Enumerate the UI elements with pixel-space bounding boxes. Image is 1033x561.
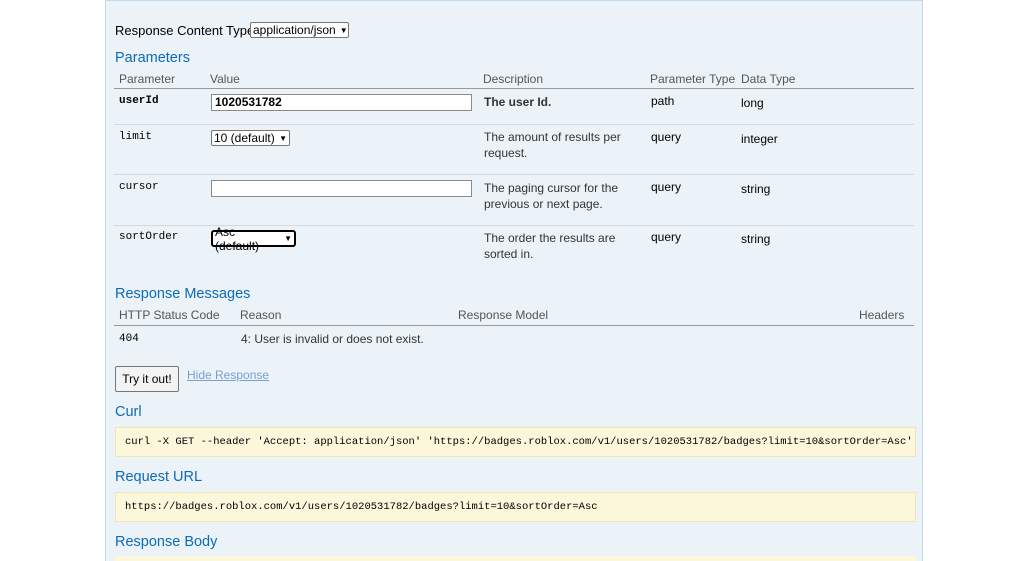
col-parameter-type: Parameter Type (650, 72, 736, 86)
response-body-heading: Response Body (115, 534, 218, 550)
request-url-box: https://badges.roblox.com/v1/users/10205… (115, 492, 916, 522)
response-messages-heading: Response Messages (115, 286, 251, 302)
param-desc-userid: The user Id. (484, 95, 552, 109)
cursor-input[interactable] (211, 180, 472, 197)
status-reason: 4: User is invalid or does not exist. (241, 332, 424, 346)
userid-input[interactable]: 1020531782 (211, 94, 472, 111)
panel-top-border (106, 0, 922, 1)
row-divider (114, 174, 914, 175)
param-type-cursor: query (651, 180, 682, 194)
hide-response-link[interactable]: Hide Response (187, 368, 269, 382)
col-headers: Headers (859, 308, 905, 322)
request-url-heading: Request URL (115, 469, 203, 485)
curl-command: curl -X GET --header 'Accept: applicatio… (125, 436, 913, 448)
param-name-userid: userId (119, 95, 159, 107)
param-desc-sortorder: The order the results are sorted in. (484, 231, 616, 261)
col-parameter: Parameter (119, 72, 176, 86)
sortorder-select-value: Asc (default) (215, 224, 260, 253)
try-it-out-button[interactable]: Try it out! (115, 366, 179, 392)
col-data-type: Data Type (741, 72, 796, 86)
sortorder-select[interactable]: Asc (default) ▼ (211, 225, 296, 253)
param-type-sortorder: query (651, 230, 682, 244)
param-desc-limit: The amount of results per request. (484, 130, 621, 160)
param-type-limit: query (651, 130, 682, 144)
data-type-cursor: string (741, 182, 771, 196)
chevron-down-icon: ▼ (284, 234, 292, 243)
operation-panel: Response Content Type application/json ▼… (105, 0, 923, 561)
param-name-limit: limit (119, 131, 153, 143)
chevron-down-icon: ▼ (339, 25, 348, 35)
request-url: https://badges.roblox.com/v1/users/10205… (125, 501, 598, 513)
param-type-userid: path (651, 94, 675, 108)
response-content-type-value: application/json (253, 23, 336, 37)
curl-command-box: curl -X GET --header 'Accept: applicatio… (115, 427, 916, 457)
param-name-sortorder: sortOrder (119, 231, 179, 243)
response-content-type-label: Response Content Type (115, 23, 255, 38)
status-code: 404 (119, 333, 139, 345)
param-name-cursor: cursor (119, 181, 159, 193)
data-type-sortorder: string (741, 232, 771, 246)
limit-select-value: 10 (default) (214, 131, 275, 145)
col-description: Description (483, 72, 544, 86)
col-http-status-code: HTTP Status Code (119, 308, 220, 322)
limit-select[interactable]: 10 (default) ▼ (211, 130, 290, 146)
data-type-userid: long (741, 96, 764, 110)
param-desc-cursor: The paging cursor for the previous or ne… (484, 181, 619, 211)
chevron-down-icon: ▼ (279, 133, 287, 143)
response-body-box (115, 556, 916, 561)
messages-header-divider (114, 325, 914, 326)
col-response-model: Response Model (458, 308, 549, 322)
col-value: Value (210, 72, 240, 86)
col-reason: Reason (240, 308, 282, 322)
data-type-limit: integer (741, 132, 778, 146)
row-divider (114, 124, 914, 125)
parameters-heading: Parameters (115, 50, 190, 66)
curl-heading: Curl (115, 404, 142, 420)
params-header-divider (114, 88, 914, 89)
response-content-type-select[interactable]: application/json ▼ (250, 22, 349, 38)
